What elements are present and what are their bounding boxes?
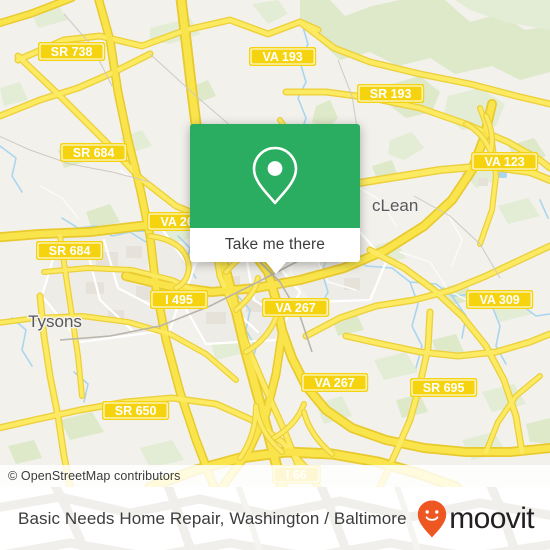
moovit-smiley-pin-icon [418, 500, 447, 537]
take-me-there-button[interactable]: Take me there [190, 228, 360, 262]
svg-text:VA 267: VA 267 [314, 376, 354, 390]
road-shield-sr-650: SR 650 [102, 401, 170, 420]
popup-header [190, 124, 360, 228]
svg-text:SR 695: SR 695 [423, 381, 465, 395]
svg-text:SR 650: SR 650 [115, 404, 157, 418]
road-shield-sr-684: SR 684 [36, 241, 104, 260]
road-shield-sr-684: SR 684 [60, 143, 128, 162]
map-attribution: © OpenStreetMap contributors [0, 465, 550, 487]
attribution-text: © OpenStreetMap contributors [8, 469, 181, 483]
screenshot-root: .park{fill:#dde9c8} .park2{fill:#e3ecd4}… [0, 0, 550, 550]
place-title: Basic Needs Home Repair, Washington / Ba… [18, 487, 407, 550]
svg-text:SR 684: SR 684 [49, 244, 91, 258]
moovit-brand[interactable]: moovit [417, 487, 535, 550]
road-shield-sr-738: SR 738 [38, 42, 106, 61]
road-shield-va-267: VA 267 [301, 373, 369, 392]
road-shield-va-193: VA 193 [249, 47, 317, 66]
road-shield-i-495: I 495 [150, 290, 208, 309]
svg-text:I 495: I 495 [165, 293, 193, 307]
road-shield-sr-695: SR 695 [410, 378, 478, 397]
svg-text:VA 267: VA 267 [275, 301, 315, 315]
location-popup-card[interactable]: Take me there [190, 124, 360, 274]
popup-tail [265, 261, 287, 274]
road-shield-va-267: VA 267 [262, 298, 330, 317]
take-me-there-label: Take me there [224, 236, 326, 253]
moovit-wordmark: moovit [449, 501, 534, 535]
city-label-tysons: Tysons [28, 312, 82, 331]
svg-text:SR 684: SR 684 [73, 146, 115, 160]
road-shield-va-309: VA 309 [466, 290, 534, 309]
svg-text:VA 123: VA 123 [484, 155, 524, 169]
map-pin-icon [252, 146, 298, 205]
bottom-info-bar: Basic Needs Home Repair, Washington / Ba… [0, 487, 550, 550]
city-label-mclean: cLean [372, 196, 418, 215]
svg-text:VA 193: VA 193 [262, 50, 302, 64]
road-shield-va-123: VA 123 [471, 152, 539, 171]
svg-text:VA 309: VA 309 [479, 293, 519, 307]
svg-text:SR 738: SR 738 [51, 45, 93, 59]
svg-text:SR 193: SR 193 [370, 87, 412, 101]
road-shield-sr-193: SR 193 [357, 84, 425, 103]
place-title-text: Basic Needs Home Repair, Washington / Ba… [18, 508, 407, 528]
